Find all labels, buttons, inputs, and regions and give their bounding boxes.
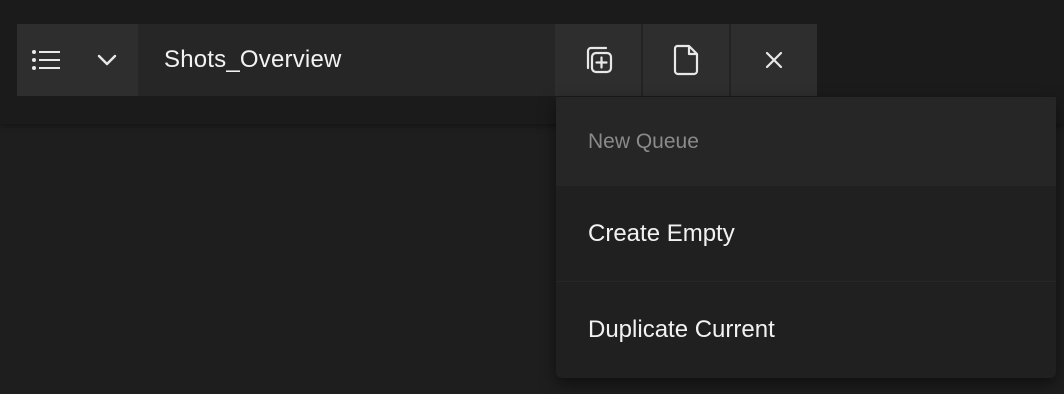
queue-name-field[interactable]: Shots_Overview [138,24,555,96]
add-copy-icon [582,44,614,76]
queue-dropdown-button[interactable] [75,24,138,96]
list-button[interactable] [17,24,75,96]
menu-item-duplicate-current[interactable]: Duplicate Current [556,281,1056,377]
new-queue-button[interactable] [555,24,641,96]
new-queue-menu: New Queue Create Empty Duplicate Current [556,97,1056,378]
file-button[interactable] [643,24,729,96]
menu-item-create-empty[interactable]: Create Empty [556,186,1056,281]
menu-header-label: New Queue [588,129,699,153]
file-icon [673,44,699,76]
list-icon [31,49,61,71]
menu-header: New Queue [556,97,1056,186]
menu-item-label: Create Empty [588,219,735,247]
menu-item-label: Duplicate Current [588,315,775,343]
queue-toolbar: Shots_Overview [17,24,817,96]
close-button[interactable] [731,24,817,96]
queue-name: Shots_Overview [164,46,342,73]
close-icon [764,50,784,70]
chevron-down-icon [97,54,117,66]
